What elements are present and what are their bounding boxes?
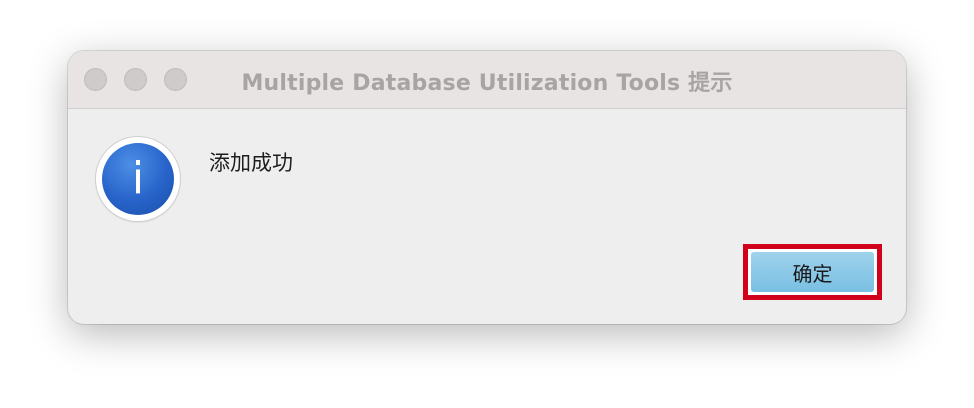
info-glyph: i xyxy=(131,153,145,204)
info-icon: i xyxy=(96,137,180,221)
info-disc: i xyxy=(102,143,174,215)
dialog-message: 添加成功 xyxy=(209,151,293,175)
dialog-window: Multiple Database Utilization Tools 提示 i… xyxy=(68,51,906,324)
title-bar: Multiple Database Utilization Tools 提示 xyxy=(68,51,906,109)
ok-button-label: 确定 xyxy=(751,252,874,292)
ok-button[interactable]: 确定 xyxy=(743,244,882,300)
window-title: Multiple Database Utilization Tools 提示 xyxy=(241,71,733,96)
